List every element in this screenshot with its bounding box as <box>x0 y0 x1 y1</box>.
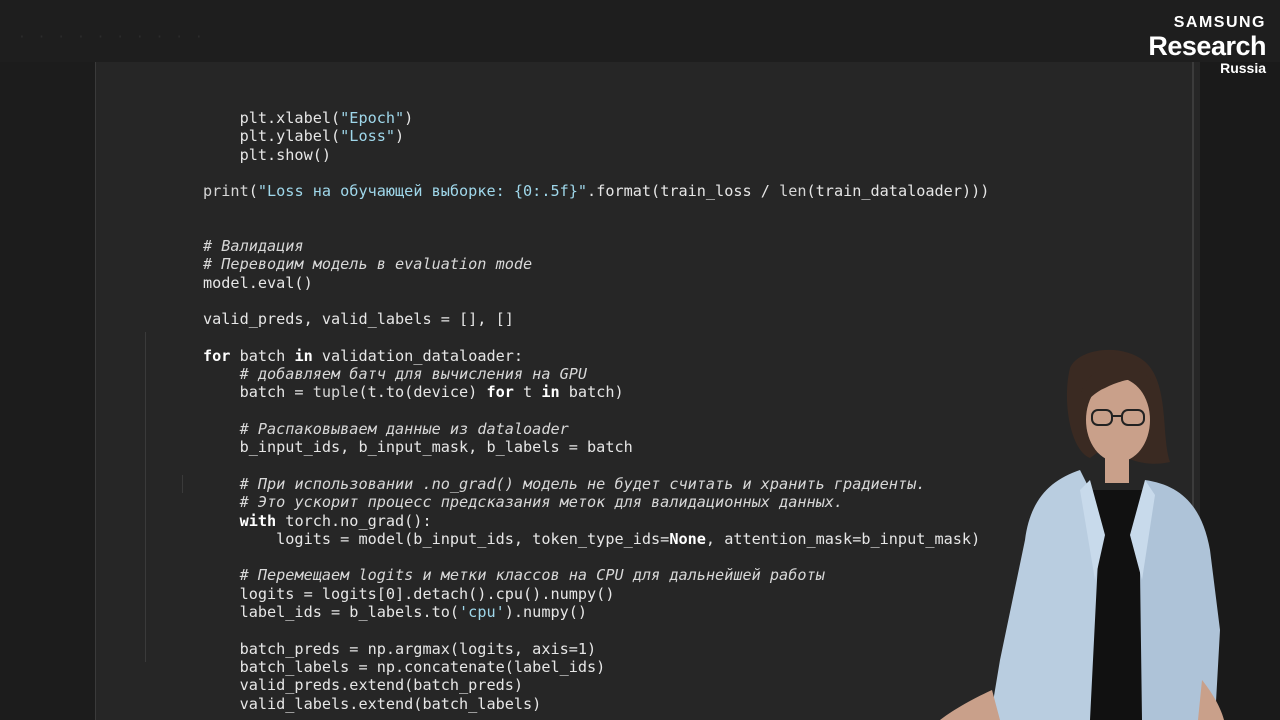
presenter-image <box>940 349 1224 720</box>
topbar-ghost-text: · · · · · · · · · · <box>18 30 205 45</box>
top-bar: · · · · · · · · · · <box>0 0 1280 62</box>
code-line: model.eval() <box>203 273 313 292</box>
code-block: plt.xlabel("Epoch") plt.ylabel("Loss") p… <box>203 109 989 720</box>
samsung-research-logo: SAMSUNG Research Russia <box>1146 14 1266 76</box>
code-line: plt.xlabel("Epoch") <box>203 109 414 127</box>
code-line: batch = tuple(t.to(device) for t in batc… <box>203 383 624 402</box>
code-line: # Распаковываем данные из dataloader <box>239 420 569 439</box>
code-line: plt.ylabel("Loss") <box>203 127 405 146</box>
code-line: # Валидация <box>203 237 304 256</box>
code-line: # добавляем батч для вычисления на GPU <box>239 365 588 384</box>
code-line: logits = logits[0].detach().cpu().numpy(… <box>203 584 615 603</box>
code-line: with torch.no_grad(): <box>239 511 432 530</box>
indent-guide <box>145 332 146 662</box>
code-line: batch_preds = np.argmax(logits, axis=1) <box>203 639 597 658</box>
code-line: # Это ускорит процесс предсказания меток… <box>239 493 844 512</box>
code-line: # При использовании .no_grad() модель не… <box>239 474 926 493</box>
code-line: plt.show() <box>203 145 332 164</box>
code-line: valid_preds.extend(batch_preds) <box>203 676 524 695</box>
code-line: batch_labels = np.concatenate(label_ids) <box>203 657 606 676</box>
code-line: for batch in validation_dataloader: <box>203 346 524 365</box>
code-line: # Переводим модель в evaluation mode <box>203 255 533 274</box>
code-line: valid_labels.extend(batch_labels) <box>203 694 542 713</box>
logo-samsung-text: SAMSUNG <box>1173 14 1266 31</box>
code-line: # Перемещаем logits и метки классов на C… <box>239 566 825 585</box>
logo-russia-text: Russia <box>1220 60 1266 76</box>
code-line: label_ids = b_labels.to('cpu').numpy() <box>203 603 588 622</box>
code-line: logits = model(b_input_ids, token_type_i… <box>203 529 981 548</box>
indent-guide <box>182 475 183 493</box>
code-line: b_input_ids, b_input_mask, b_labels = ba… <box>203 438 633 457</box>
code-line: valid_preds, valid_labels = [], [] <box>203 310 514 329</box>
code-line: print("Loss на обучающей выборке: {0:.5f… <box>203 182 990 201</box>
presenter-jacket <box>990 470 1098 720</box>
logo-research-text: Research <box>1148 31 1266 61</box>
